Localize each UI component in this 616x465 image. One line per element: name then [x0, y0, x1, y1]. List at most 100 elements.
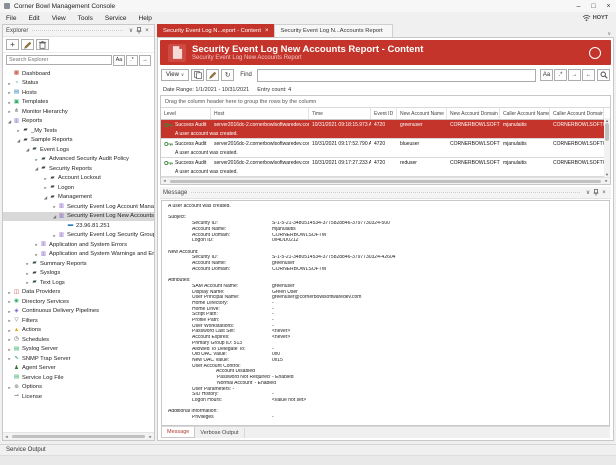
tree-item[interactable]: ◢ ▰ Management	[3, 193, 154, 203]
document-tab[interactable]: Security Event Log N...Accounts Report	[274, 24, 392, 37]
expand-arrow-icon[interactable]: ▸	[33, 240, 40, 249]
expand-arrow-icon[interactable]: ▸	[6, 335, 13, 344]
expand-arrow-icon[interactable]: ▸	[6, 288, 13, 297]
tree-item[interactable]: ◢ ▰ Security Reports	[3, 164, 154, 174]
expand-arrow-icon[interactable]: ▸	[24, 269, 31, 278]
scroll-right-icon[interactable]: ▸	[147, 434, 154, 440]
grid-vscrollbar[interactable]: ▴ ▾	[604, 118, 610, 177]
scrollbar-thumb[interactable]	[170, 180, 601, 183]
column-header[interactable]: Time	[309, 108, 371, 119]
column-header[interactable]: Host	[211, 108, 309, 119]
tree-item[interactable]: ◢ ▥ Security Event Log New Accounts Repo…	[3, 212, 154, 222]
service-output-bar[interactable]: Service Output	[0, 444, 616, 455]
search-option-button[interactable]: Aa	[113, 55, 125, 66]
expand-arrow-icon[interactable]: ▸	[51, 202, 58, 211]
expand-arrow-icon[interactable]: ▸	[15, 126, 22, 135]
tree-item[interactable]: ▸ ◷ Schedules	[3, 335, 154, 345]
search-option-button[interactable]: .*	[126, 55, 138, 66]
menu-item[interactable]: Help	[133, 12, 158, 24]
tree-item[interactable]: ▸ ▽ Filters	[3, 316, 154, 326]
column-header[interactable]: Level	[161, 108, 211, 119]
expand-arrow-icon[interactable]: ◢	[6, 117, 13, 126]
scroll-left-icon[interactable]: ◂	[161, 178, 168, 184]
expand-arrow-icon[interactable]: ▸	[42, 174, 49, 183]
minimize-button[interactable]: –	[571, 1, 586, 12]
delete-button[interactable]	[36, 39, 49, 50]
tree-item[interactable]: ▸ ▲ Actions	[3, 326, 154, 336]
expand-arrow-icon[interactable]: ▸	[6, 88, 13, 97]
panel-dropdown-icon[interactable]: ∨	[127, 27, 135, 34]
menu-item[interactable]: Edit	[22, 12, 45, 24]
tree-item[interactable]: ▸ ◔ Status	[3, 79, 154, 89]
tree-item[interactable]: ▤ Service Log File	[3, 373, 154, 383]
expand-arrow-icon[interactable]: ▸	[6, 326, 13, 335]
tree-item[interactable]: ◢ ▥ Reports	[3, 117, 154, 127]
tree-item[interactable]: ⊸ License	[3, 392, 154, 402]
copy-button[interactable]	[191, 69, 204, 81]
search-input[interactable]	[6, 55, 112, 65]
menu-item[interactable]: Service	[99, 12, 133, 24]
expand-arrow-icon[interactable]: ▸	[6, 297, 13, 306]
find-option-button[interactable]: .*	[554, 69, 567, 81]
tree-item[interactable]: ▸ ▤ Hosts	[3, 88, 154, 98]
menu-item[interactable]: File	[0, 12, 22, 24]
close-icon[interactable]: ×	[600, 190, 608, 196]
tree-item[interactable]: ▸ ▰ Summary Reports	[3, 259, 154, 269]
column-header[interactable]: Caller Account Name	[500, 108, 550, 119]
find-input[interactable]	[257, 69, 536, 82]
expand-arrow-icon[interactable]: ▸	[6, 107, 13, 116]
tree-item[interactable]: ▬ 23.96.81.251	[3, 221, 154, 231]
menu-item[interactable]: Tools	[72, 12, 99, 24]
tree-item[interactable]: ▸ ▥ Application and System Warnings and …	[3, 250, 154, 260]
menu-item[interactable]: View	[46, 12, 72, 24]
maximize-button[interactable]: □	[586, 1, 601, 12]
search-button[interactable]	[597, 69, 610, 81]
view-button[interactable]: View ∨	[161, 69, 189, 81]
connection-indicator[interactable]: HOYT	[582, 14, 608, 22]
tree-item[interactable]: ▸ ▤ Syslog Server	[3, 345, 154, 355]
expand-arrow-icon[interactable]: ▸	[33, 250, 40, 259]
tree-item[interactable]: ▸ ⋔ Monitor Hierarchy	[3, 107, 154, 117]
edit-button[interactable]	[21, 39, 34, 50]
tab-close-icon[interactable]: ×	[265, 28, 269, 34]
explorer-hscrollbar[interactable]: ◂ ▸	[3, 432, 154, 440]
expand-arrow-icon[interactable]: ▸	[42, 183, 49, 192]
expand-arrow-icon[interactable]: ▸	[6, 345, 13, 354]
scrollbar-thumb[interactable]	[12, 435, 145, 438]
expand-arrow-icon[interactable]: ◢	[51, 212, 58, 221]
table-row[interactable]: Success Audit server2016dc-2.cornerbowls…	[161, 139, 610, 158]
group-by-drop-zone[interactable]: Drag the column header here to group the…	[161, 96, 610, 108]
expand-arrow-icon[interactable]: ◢	[24, 145, 31, 154]
column-header[interactable]: New Account Domain	[447, 108, 500, 119]
expand-arrow-icon[interactable]: ▸	[24, 259, 31, 268]
add-button[interactable]: +	[6, 39, 19, 50]
expand-arrow-icon[interactable]: ▸	[6, 316, 13, 325]
pin-icon[interactable]	[592, 189, 600, 196]
pin-icon[interactable]	[135, 27, 143, 34]
expand-arrow-icon[interactable]: ◢	[42, 193, 49, 202]
tree-item[interactable]: ♟ Agent Server	[3, 364, 154, 374]
message-panel-tab[interactable]: Message	[161, 427, 195, 438]
table-row[interactable]: Success Audit server2016dc-2.cornerbowls…	[161, 158, 610, 177]
expand-arrow-icon[interactable]: ▸	[6, 354, 13, 363]
tree-item[interactable]: ▸ ▥ Security Event Log Security Group Ma…	[3, 231, 154, 241]
tree-item[interactable]: ▸ ▰ Logon	[3, 183, 154, 193]
tree-item[interactable]: ▸ ◫ Data Providers	[3, 288, 154, 298]
find-option-button[interactable]: →	[568, 69, 581, 81]
find-option-button[interactable]: ←	[582, 69, 595, 81]
tree-item[interactable]: ▸ ▰ Text Logs	[3, 278, 154, 288]
expand-arrow-icon[interactable]: ▸	[51, 231, 58, 240]
scrollbar-thumb[interactable]	[605, 123, 609, 141]
expand-arrow-icon[interactable]: ▸	[6, 79, 13, 88]
search-option-button[interactable]: →	[139, 55, 151, 66]
tree-item[interactable]: ▸ ▥ Application and System Errors	[3, 240, 154, 250]
column-header[interactable]: Event ID	[371, 108, 397, 119]
scroll-down-icon[interactable]: ▾	[604, 172, 610, 177]
expand-arrow-icon[interactable]: ▸	[6, 98, 13, 107]
expand-arrow-icon[interactable]: ▸	[6, 383, 13, 392]
tree-item[interactable]: ▸ ▰ _My Tests	[3, 126, 154, 136]
edit-report-button[interactable]	[206, 69, 219, 81]
table-row[interactable]: Success Audit server2016dc-2.cornerbowls…	[161, 120, 610, 139]
document-tab[interactable]: Security Event Log N...eport - Content ×	[157, 24, 274, 37]
tree-item[interactable]: ▦ Dashboard	[3, 69, 154, 79]
